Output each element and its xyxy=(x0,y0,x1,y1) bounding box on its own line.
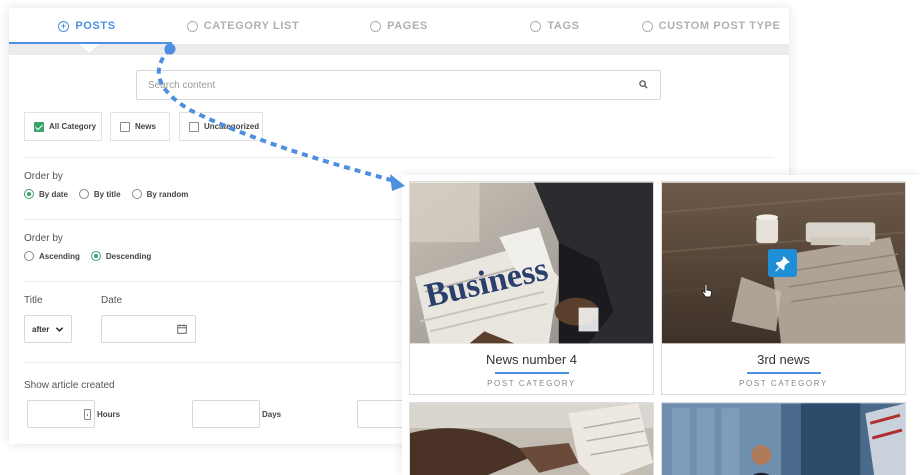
tab-tags[interactable]: TAGS xyxy=(477,8,633,44)
tab-custom-post-type[interactable]: CUSTOM POST TYPE xyxy=(633,8,789,44)
card-title[interactable]: News number 4 xyxy=(410,352,653,367)
category-label: All Category xyxy=(49,122,97,131)
category-news[interactable]: News xyxy=(110,112,170,141)
date-input[interactable] xyxy=(101,315,196,343)
city-businessman-image xyxy=(662,403,905,475)
order-direction-group: Ascending Descending xyxy=(24,251,162,261)
radio-icon xyxy=(131,189,142,199)
category-label: News xyxy=(135,122,156,131)
business-headline-overlay: Business xyxy=(421,251,551,315)
tab-label: CATEGORY LIST xyxy=(203,20,300,32)
checkbox-checked-icon[interactable] xyxy=(34,121,44,132)
stage: + POSTS CATEGORY LIST PAGES TAGS CUSTOM … xyxy=(0,0,920,475)
calendar-icon xyxy=(177,324,187,334)
category-all[interactable]: All Category xyxy=(24,112,102,141)
pushpin-glyph xyxy=(775,255,790,271)
radio-icon xyxy=(78,189,89,199)
active-tab-notch xyxy=(79,44,99,53)
card-category[interactable]: POST CATEGORY xyxy=(662,379,905,388)
card-title-underline xyxy=(747,372,821,374)
order-direction-label: Order by xyxy=(24,233,63,244)
radio-icon xyxy=(24,251,34,261)
radio-label: Descending xyxy=(105,251,152,261)
hours-input[interactable] xyxy=(27,400,95,428)
tab-label: TAGS xyxy=(547,20,580,32)
checkbox-icon[interactable] xyxy=(120,121,130,132)
stepper-icon[interactable] xyxy=(84,409,91,420)
search-icon xyxy=(639,80,648,89)
radio-selected-icon xyxy=(24,189,34,199)
radio-circle-icon xyxy=(530,20,542,32)
card-title[interactable]: 3rd news xyxy=(662,352,905,367)
radio-circle-icon xyxy=(641,20,653,32)
radio-by-title[interactable]: By title xyxy=(78,189,121,199)
search-placeholder: Search content xyxy=(148,79,216,91)
radio-label: By title xyxy=(93,189,121,199)
radio-by-random[interactable]: By random xyxy=(131,189,189,199)
tab-underband xyxy=(9,44,789,55)
pin-icon[interactable] xyxy=(768,249,797,277)
order-by-field-group: By date By title By random xyxy=(24,189,199,199)
handshake-newspaper-image xyxy=(410,403,653,475)
title-select[interactable]: after xyxy=(24,315,72,343)
chevron-down-icon xyxy=(55,327,64,332)
radio-label: Ascending xyxy=(39,251,80,261)
title-select-value: after xyxy=(32,324,50,334)
svg-text:Business: Business xyxy=(421,251,551,315)
date-label: Date xyxy=(101,295,123,306)
order-by-label: Order by xyxy=(24,171,63,182)
news-card[interactable] xyxy=(409,402,654,475)
days-input[interactable] xyxy=(192,400,260,428)
plus-circle-icon: + xyxy=(58,20,70,32)
radio-circle-icon xyxy=(186,20,198,32)
news-card[interactable]: 3rd news POST CATEGORY xyxy=(661,181,906,395)
days-unit-label: Days xyxy=(262,410,282,419)
category-label: Uncategorized xyxy=(204,122,260,131)
radio-circle-icon xyxy=(370,20,382,32)
tab-bar: + POSTS CATEGORY LIST PAGES TAGS CUSTOM … xyxy=(9,8,789,44)
hours-unit-label: Hours xyxy=(97,410,121,419)
checkbox-icon[interactable] xyxy=(189,121,199,132)
tab-category-list[interactable]: CATEGORY LIST xyxy=(165,8,321,44)
radio-label: By random xyxy=(146,189,189,199)
tab-label: POSTS xyxy=(75,20,116,32)
tab-posts[interactable]: + POSTS xyxy=(9,8,165,44)
card-title-underline xyxy=(495,372,569,374)
radio-selected-icon xyxy=(90,251,101,261)
radio-descending[interactable]: Descending xyxy=(90,251,152,261)
divider xyxy=(24,157,774,158)
radio-label: By date xyxy=(39,189,68,199)
tab-label: CUSTOM POST TYPE xyxy=(658,20,781,32)
hand-cursor-icon xyxy=(701,283,713,298)
category-uncategorized[interactable]: Uncategorized xyxy=(179,112,263,141)
radio-ascending[interactable]: Ascending xyxy=(24,251,80,261)
news-card[interactable] xyxy=(661,402,906,475)
news-card[interactable]: Business News number 4 POST CATEGORY xyxy=(409,181,654,395)
preview-panel: Business News number 4 POST CATEGORY 3rd… xyxy=(402,175,920,475)
search-input[interactable]: Search content xyxy=(136,70,661,100)
title-label: Title xyxy=(24,295,43,306)
tab-label: PAGES xyxy=(387,20,428,32)
card-category[interactable]: POST CATEGORY xyxy=(410,379,653,388)
radio-by-date[interactable]: By date xyxy=(24,189,68,199)
show-article-label: Show article created xyxy=(24,380,115,391)
tab-pages[interactable]: PAGES xyxy=(321,8,477,44)
